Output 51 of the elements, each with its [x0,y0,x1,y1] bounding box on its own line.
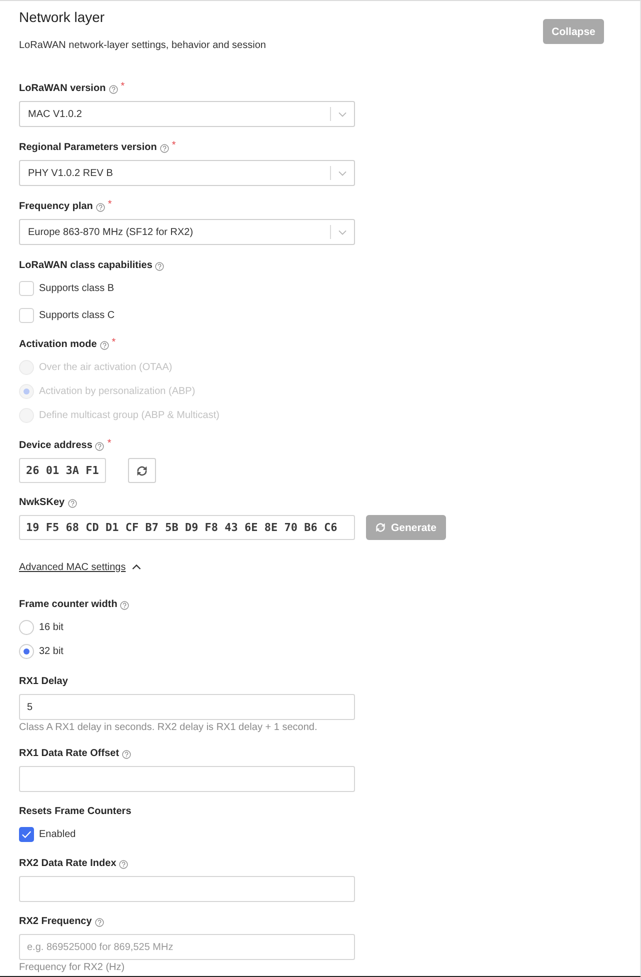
refresh-icon [375,522,386,533]
text-input-field[interactable] [19,876,355,902]
caret-up-icon [132,564,141,570]
field-label: RX2 Data Rate Index [19,857,116,871]
advanced-settings-link[interactable]: Advanced MAC settings [19,560,141,574]
field-label: Frame counter width [19,598,118,612]
select-field[interactable]: PHY V1.0.2 REV B [19,160,355,186]
field-hint: Frequency for RX2 (Hz) [19,962,126,974]
radio-button[interactable] [19,620,34,634]
required-mark: * [120,82,125,92]
text-input-field[interactable]: 5 [19,694,355,720]
hex-input-field[interactable]: 26 01 3A F1 [19,458,106,483]
chevron-down-icon [338,112,347,116]
field-label: NwkSKey [19,496,65,510]
section-description: LoRaWAN network-layer settings, behavior and session [19,39,266,53]
hex-input-field[interactable]: 19 F5 68 CD D1 CF B7 5B D9 F8 43 6E 8E 70 B6 C6 [19,515,355,540]
checkbox[interactable] [19,308,34,322]
required-mark: * [172,141,176,151]
radio-label: Define multicast group (ABP & Multicast) [39,410,220,420]
chevron-down-icon [338,230,347,234]
field-label: RX2 Frequency [19,915,92,929]
required-mark: * [108,200,112,210]
checkbox-label: Supports class C [39,310,115,320]
radio-label: 32 bit [39,646,64,656]
select-field[interactable]: MAC V1.0.2 [19,101,355,127]
section-title: Network layer [19,8,106,26]
radio-button[interactable] [19,644,34,658]
select-field[interactable]: Europe 863-870 MHz (SF12 for RX2) [19,219,355,245]
radio-label: 16 bit [39,622,64,632]
checkbox[interactable] [19,280,34,296]
field-label: LoRaWAN class capabilities [19,259,152,273]
radio-label: Activation by personalization (ABP) [39,386,196,396]
field-hint: Class A RX1 delay in seconds. RX2 delay is RX1 delay + 1 second. [19,722,318,734]
field-label: Device address [19,439,92,453]
field-label: RX1 Delay [19,675,68,689]
field-label: Resets Frame Counters [19,805,132,819]
refresh-icon [136,464,148,476]
required-mark: * [112,338,116,348]
checkbox-label: Enabled [39,828,76,840]
field-label: Frequency plan [19,200,93,214]
required-mark: * [107,439,112,449]
field-label: Activation mode [19,338,97,352]
checkbox-label: Supports class B [39,282,114,294]
field-label: RX1 Data Rate Offset [19,747,120,761]
text-input-field[interactable] [19,766,355,792]
field-label: Regional Parameters version [19,141,157,155]
refresh-button[interactable] [128,458,156,483]
field-label: LoRaWAN version [19,82,106,96]
chevron-down-icon [338,170,347,176]
radio-label: Over the air activation (OTAA) [39,362,172,372]
checkbox[interactable] [19,826,34,842]
